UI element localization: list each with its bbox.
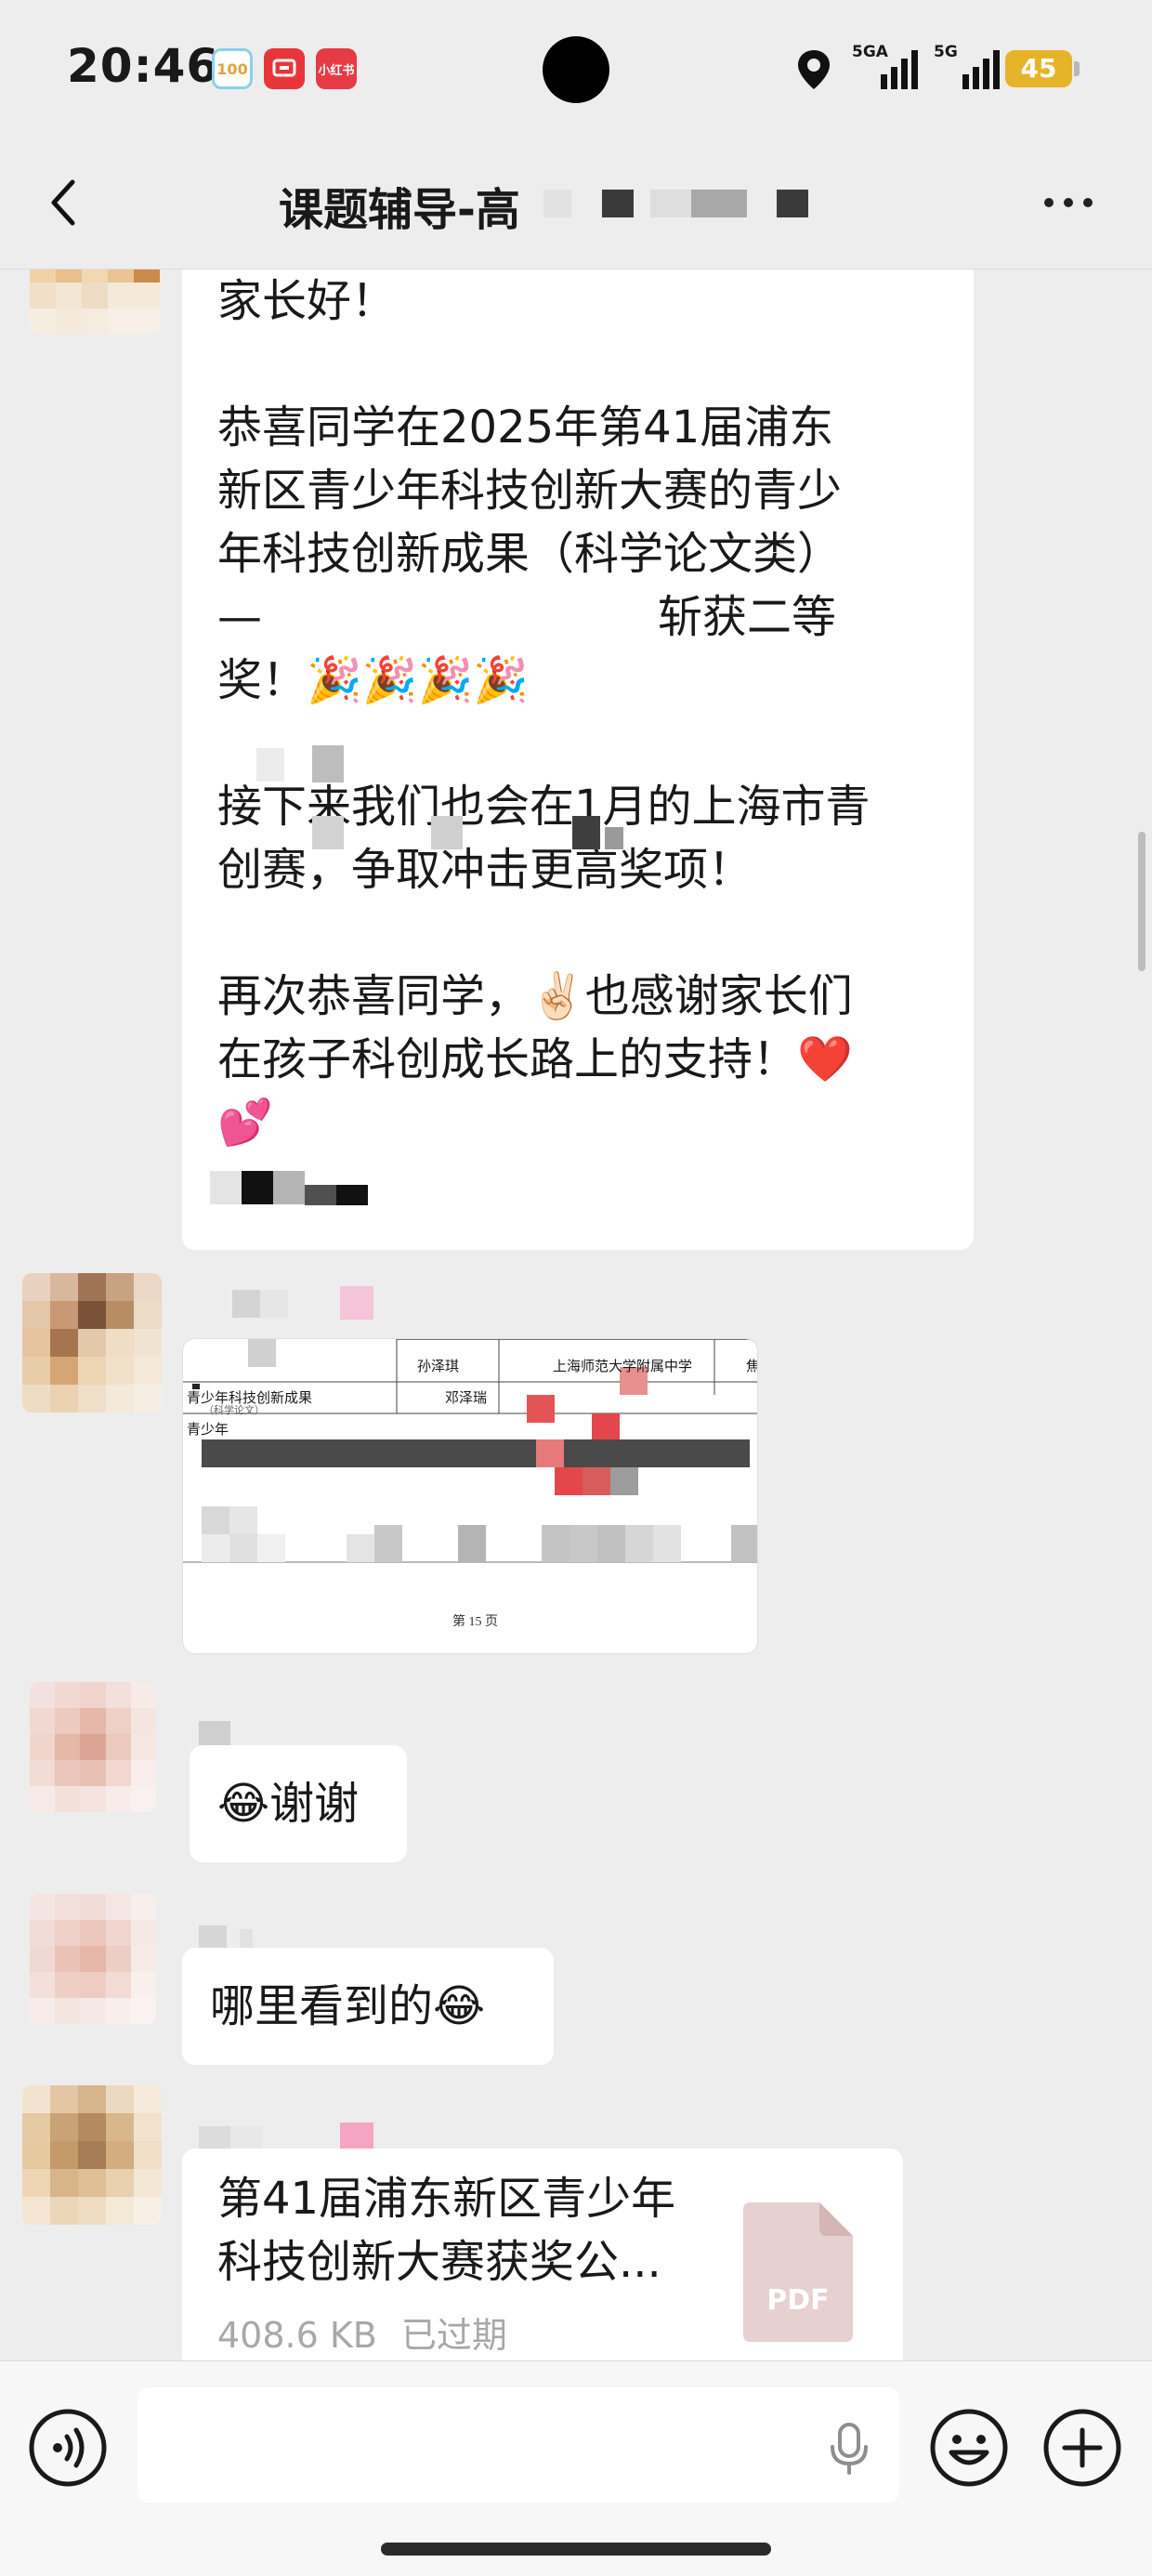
chevron-left-icon[interactable]: [41, 169, 97, 236]
image-message[interactable]: 孙泽琪 上海师范大学附属中学 焦 青少年科技创新成果 （科学论文） 青少年 邓泽…: [182, 1338, 758, 1654]
redacted-text: [242, 1171, 273, 1204]
file-status: 已过期: [400, 2315, 507, 2356]
pdf-label: PDF: [766, 2284, 830, 2317]
table-header-cell: 孙泽琪: [417, 1360, 460, 1374]
file-size: 408.6 KB: [217, 2315, 377, 2356]
status-bar: 20:46 100 小红书 5GA 5G 45: [0, 0, 1152, 139]
table-row-label: （科学论文）: [203, 1405, 265, 1416]
sender-name-redacted: [199, 1925, 227, 1950]
app-notification-icon: 100: [212, 48, 253, 89]
redacted-title: [777, 190, 808, 217]
redacted-title: [691, 190, 747, 217]
file-title: 第41届浦东新区青少年 科技创新大赛获奖公...: [217, 2167, 719, 2293]
redacted-text: [336, 1185, 368, 1205]
home-indicator[interactable]: [381, 2543, 771, 2556]
document-snapshot: [183, 1339, 757, 1563]
more-dots-icon[interactable]: [1041, 193, 1096, 212]
sender-name-redacted: [232, 1290, 260, 1318]
table-header-cell: 上海师范大学附属中学: [553, 1360, 693, 1374]
message-bubble-question[interactable]: 哪里看到的😂: [182, 1948, 554, 2065]
message-text: 哪里看到的😂: [210, 1980, 486, 2032]
message-line: 家长好！: [217, 275, 397, 327]
message-line: 再次恭喜同学，✌🏻也感谢家长们: [217, 970, 853, 1022]
message-line: 恭喜同学在2025年第41届浦东: [217, 401, 834, 453]
voice-input-icon[interactable]: [28, 2408, 108, 2488]
sender-name-redacted: [240, 1929, 253, 1948]
table-row-label: 青少年: [187, 1423, 229, 1438]
battery-nub: [1074, 61, 1080, 76]
plus-icon[interactable]: [1042, 2408, 1122, 2488]
chat-header: 课题辅导-高: [0, 139, 1152, 269]
microphone-icon[interactable]: [827, 2421, 871, 2477]
xiaohongshu-icon: 小红书: [316, 48, 357, 89]
file-message[interactable]: 第41届浦东新区青少年 科技创新大赛获奖公... 408.6 KB 已过期 PDF: [182, 2149, 903, 2360]
redacted-text: [273, 1171, 305, 1204]
file-meta: 408.6 KB 已过期: [217, 2307, 507, 2358]
award-fragment: 斩获二等: [658, 591, 837, 643]
message-bubble-thanks[interactable]: 😂谢谢: [190, 1745, 407, 1862]
redacted-text: [572, 816, 600, 849]
sender-name-redacted: [340, 1286, 373, 1320]
redacted-title: [650, 190, 691, 217]
redacted-text: [210, 1171, 242, 1204]
location-icon: [798, 50, 830, 89]
avatar[interactable]: [30, 1894, 156, 2024]
message-text: 😂谢谢: [217, 1778, 360, 1830]
pdf-file-icon: [743, 2202, 853, 2342]
message-line: [217, 901, 871, 965]
redacted-title: [543, 190, 571, 217]
message-line: [217, 333, 871, 396]
sender-name-redacted: [260, 1290, 288, 1318]
battery-level: 45: [1020, 53, 1057, 84]
redacted-text: [256, 748, 284, 782]
app-notification-icon: [264, 48, 305, 89]
avatar[interactable]: [30, 269, 160, 335]
redacted-text: [305, 1185, 336, 1205]
chat-title: 课题辅导-高: [279, 184, 520, 236]
message-line: 奖！🎉🎉🎉🎉: [217, 654, 530, 706]
cellular-signal-icon: [881, 50, 918, 89]
redacted-title: [602, 190, 634, 217]
message-line: 💕: [217, 1097, 273, 1149]
message-bubble-announcement[interactable]: 家长好！ 恭喜同学在2025年第41届浦东 新区青少年科技创新大赛的青少 年科技…: [182, 269, 974, 1250]
chat-messages[interactable]: 家长好！ 恭喜同学在2025年第41届浦东 新区青少年科技创新大赛的青少 年科技…: [0, 269, 1152, 2360]
message-line: 新区青少年科技创新大赛的青少: [217, 465, 843, 517]
avatar[interactable]: [22, 1273, 162, 1413]
message-input[interactable]: [137, 2387, 899, 2503]
page-number: 第 15 页: [452, 1615, 498, 1629]
battery-icon: 45: [1005, 50, 1072, 87]
redacted-text: [312, 816, 344, 849]
redacted-text: [312, 745, 344, 782]
table-header-cell: 焦: [746, 1356, 757, 1375]
file-title-line: 科技创新大赛获奖公...: [217, 2236, 661, 2288]
message-line-dash: —: [217, 591, 262, 643]
emoji-icon[interactable]: [929, 2408, 1009, 2488]
message-line: 在孩子科创成长路上的支持！❤️: [217, 1033, 853, 1085]
cellular-signal-icon: [962, 50, 1000, 89]
avatar[interactable]: [22, 2085, 162, 2225]
message-line: 年科技创新成果（科学论文类）: [217, 528, 843, 580]
avatar[interactable]: [30, 1682, 156, 1812]
message-line: — 斩获二等: [217, 585, 871, 649]
table-cell: 邓泽瑞: [445, 1391, 488, 1406]
redacted-text: [605, 827, 623, 849]
redacted-text: [431, 816, 463, 849]
file-title-line: 第41届浦东新区青少年: [217, 2173, 676, 2225]
status-time: 20:46: [67, 39, 220, 93]
camera-cutout: [543, 36, 609, 103]
scrollbar[interactable]: [1138, 832, 1145, 971]
